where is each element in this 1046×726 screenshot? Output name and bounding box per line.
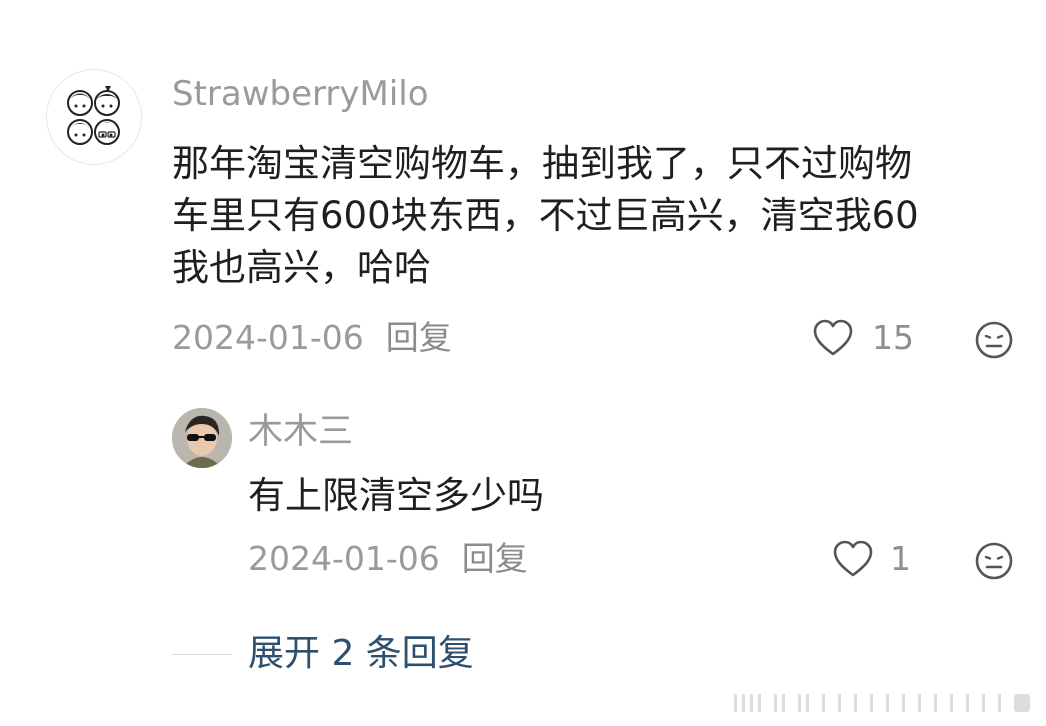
cartoon-faces-avatar-icon xyxy=(67,86,120,145)
neutral-face-icon xyxy=(975,542,1013,580)
reply-like-count: 1 xyxy=(890,539,911,578)
reply-button[interactable]: 回复 xyxy=(386,318,452,357)
reply-emoji-reaction-button[interactable] xyxy=(974,541,1014,581)
expand-divider xyxy=(172,654,232,655)
heart-outline-icon xyxy=(833,540,873,577)
like-button[interactable] xyxy=(812,318,854,358)
comment-meta: 2024-01-06 回复 xyxy=(172,316,452,360)
avatar[interactable] xyxy=(46,69,142,165)
reply-username[interactable]: 木木三 xyxy=(248,408,353,456)
reply-text: 有上限清空多少吗 xyxy=(248,474,544,517)
reply-meta: 2024-01-06 回复 xyxy=(248,537,528,581)
comment-date: 2024-01-06 xyxy=(172,318,364,357)
watermark-icon xyxy=(734,694,1030,712)
heart-outline-icon xyxy=(813,319,853,356)
comment-text: 那年淘宝清空购物车，抽到我了，只不过购物 车里只有600块东西，不过巨高兴，清空… xyxy=(172,142,919,289)
comment-thread: StrawberryMilo 那年淘宝清空购物车，抽到我了，只不过购物 车里只有… xyxy=(0,0,1046,726)
like-count: 15 xyxy=(872,318,914,357)
comment-username[interactable]: StrawberryMilo xyxy=(172,70,429,118)
reply-like-button[interactable] xyxy=(832,539,874,579)
reply-date: 2024-01-06 xyxy=(248,539,440,578)
person-with-sunglasses-avatar-icon xyxy=(172,408,232,468)
reply-avatar[interactable] xyxy=(172,408,232,468)
emoji-reaction-button[interactable] xyxy=(974,320,1014,360)
reply-reply-button[interactable]: 回复 xyxy=(462,539,528,578)
expand-replies-button[interactable]: 展开 2 条回复 xyxy=(248,630,474,678)
neutral-face-icon xyxy=(975,321,1013,359)
